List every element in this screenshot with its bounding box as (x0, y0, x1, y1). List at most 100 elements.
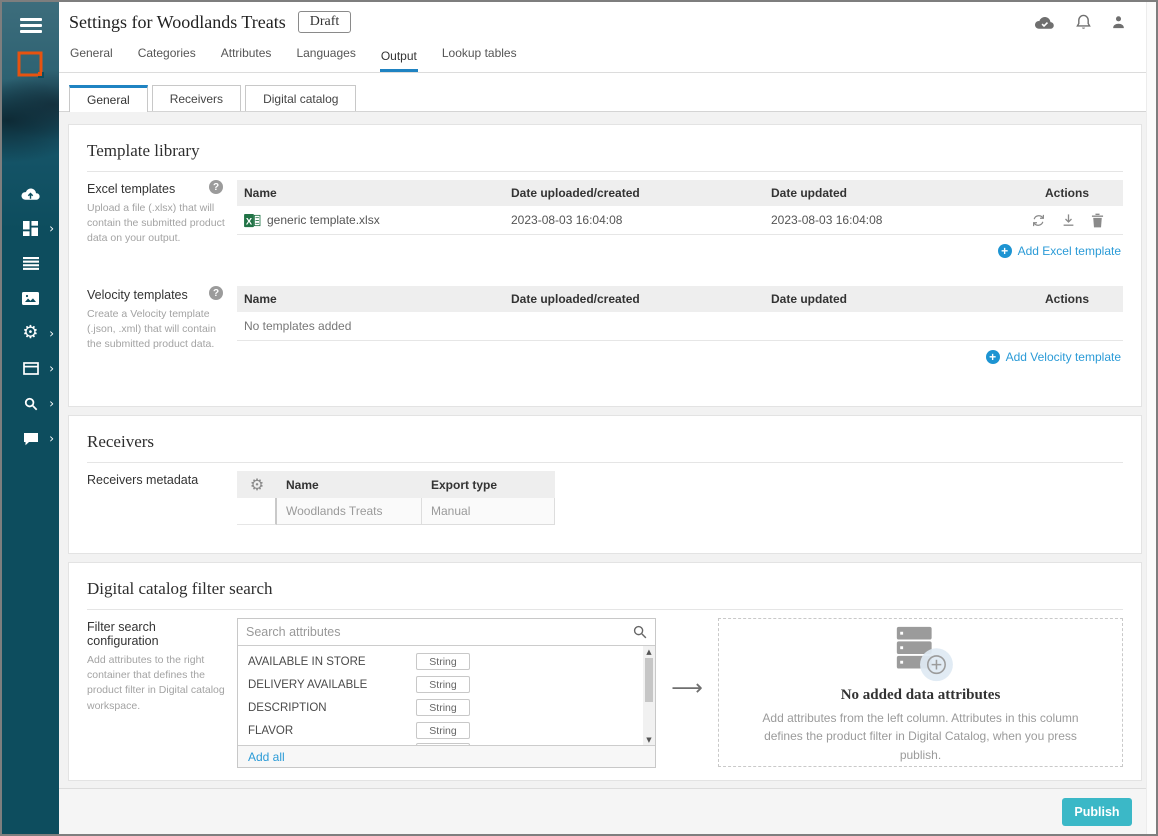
add-excel-template[interactable]: Add Excel template (237, 235, 1123, 264)
tab-categories[interactable]: Categories (137, 46, 197, 72)
attribute-item[interactable]: DESCRIPTION String (238, 696, 642, 719)
sidebar-item-upload[interactable] (2, 176, 59, 211)
replace-icon[interactable] (1031, 213, 1046, 228)
chevron-right-icon: › (49, 396, 54, 410)
attribute-type-badge: String (416, 653, 470, 670)
search-icon[interactable] (633, 625, 647, 639)
scroll-up-icon[interactable] (643, 646, 655, 657)
gear-icon (22, 324, 38, 343)
titlebar: Settings for Woodlands Treats Draft (59, 2, 1146, 42)
tab-general[interactable]: General (69, 46, 114, 72)
attribute-type-badge: String (416, 676, 470, 693)
receivers-metadata-section: Receivers metadata Name Export type (69, 463, 1141, 525)
column-header-actions: Actions (1011, 292, 1123, 306)
velocity-templates-section: Velocity templates Create a Velocity tem… (69, 278, 1141, 370)
notifications-icon[interactable] (1076, 14, 1091, 31)
list-icon (23, 257, 39, 270)
attribute-item[interactable]: DELIVERY AVAILABLE String (238, 673, 642, 696)
sidebar-nav: › (2, 176, 59, 456)
table-header-row: Name Export type (237, 471, 555, 498)
excel-templates-table: Name Date uploaded/created Date updated … (237, 180, 1123, 264)
sidebar-item-list[interactable] (2, 246, 59, 281)
tab-attributes[interactable]: Attributes (220, 46, 273, 72)
scroll-down-icon[interactable] (643, 734, 655, 745)
template-file-name: generic template.xlsx (267, 213, 380, 227)
date-updated-value: 2023-08-03 16:04:08 (771, 213, 1011, 227)
help-icon[interactable] (209, 180, 223, 194)
sidebar: › (2, 2, 59, 834)
column-header-actions: Actions (1011, 186, 1123, 200)
column-header-date-updated: Date updated (771, 292, 1011, 306)
field-label: Excel templates (87, 180, 175, 196)
attribute-name: DELIVERY AVAILABLE (248, 679, 416, 691)
row-selector-cell (237, 498, 277, 525)
table-header-row: Name Date uploaded/created Date updated … (237, 180, 1123, 206)
excel-file-icon: X (244, 213, 261, 228)
sidebar-item-panels[interactable]: › (2, 351, 59, 386)
attribute-type-badge: String (416, 722, 470, 739)
add-velocity-template-label: Add Velocity template (1006, 350, 1121, 364)
dashboard-icon (23, 221, 38, 236)
empty-table-text: No templates added (237, 319, 511, 333)
gear-icon[interactable] (237, 477, 277, 493)
column-header-name: Name (237, 292, 511, 306)
publish-button[interactable]: Publish (1062, 798, 1132, 826)
chevron-right-icon: › (49, 361, 54, 375)
sidebar-item-dashboard[interactable]: › (2, 211, 59, 246)
field-description: Create a Velocity template (.json, .xml)… (87, 307, 225, 353)
field-description: Upload a file (.xlsx) that will contain … (87, 201, 225, 247)
menu-icon[interactable] (2, 2, 59, 48)
page-title: Settings for Woodlands Treats (69, 12, 286, 33)
attribute-name: AVAILABLE IN STORE (248, 656, 416, 668)
tab-output[interactable]: Output (380, 49, 418, 72)
add-all-link[interactable]: Add all (248, 750, 285, 764)
column-header-name: Name (277, 478, 422, 492)
chevron-right-icon: › (49, 221, 54, 235)
delete-icon[interactable] (1091, 213, 1104, 228)
attribute-name: FLAVOR (248, 725, 416, 737)
sidebar-item-search[interactable]: › (2, 386, 59, 421)
add-circle-icon (986, 350, 1000, 364)
page-scrollbar[interactable] (1146, 2, 1156, 834)
content-area: Template library Excel templates Upload … (59, 112, 1146, 788)
template-library-panel: Template library Excel templates Upload … (68, 124, 1142, 407)
attribute-item-clipped[interactable] (238, 743, 642, 745)
section-title: Receivers (69, 416, 1141, 462)
scrollbar-thumb[interactable] (645, 658, 653, 702)
subtab-receivers[interactable]: Receivers (152, 85, 241, 111)
field-label: Velocity templates (87, 286, 188, 302)
tab-languages[interactable]: Languages (295, 46, 356, 72)
section-title: Template library (69, 125, 1141, 171)
user-icon[interactable] (1111, 14, 1126, 30)
footer-bar: Publish (59, 788, 1146, 834)
attribute-item[interactable]: FLAVOR String (238, 719, 642, 742)
date-uploaded-value: 2023-08-03 16:04:08 (511, 213, 771, 227)
download-icon[interactable] (1061, 213, 1076, 228)
search-attributes-input[interactable] (246, 625, 633, 639)
cloud-sync-icon[interactable] (1033, 14, 1056, 30)
image-icon (22, 292, 39, 305)
arrow-right-icon (671, 676, 703, 701)
sidebar-item-chat[interactable]: › (2, 421, 59, 456)
field-label: Filter search configuration (87, 618, 223, 648)
added-attributes-dropzone[interactable]: No added data attributes Add attributes … (718, 618, 1123, 767)
list-scrollbar[interactable] (643, 646, 655, 745)
velocity-templates-table: Name Date uploaded/created Date updated … (237, 286, 1123, 370)
add-velocity-template[interactable]: Add Velocity template (237, 341, 1123, 370)
main-tabs: General Categories Attributes Languages … (59, 42, 1146, 73)
attribute-list-box: AVAILABLE IN STORE String DELIVERY AVAIL… (237, 618, 656, 768)
attribute-item[interactable]: AVAILABLE IN STORE String (238, 650, 642, 673)
tab-lookup-tables[interactable]: Lookup tables (441, 46, 518, 72)
column-header-name: Name (237, 186, 511, 200)
help-icon[interactable] (209, 286, 223, 300)
sidebar-item-settings[interactable]: › (2, 316, 59, 351)
subtab-digital-catalog[interactable]: Digital catalog (245, 85, 356, 111)
column-header-date-uploaded: Date uploaded/created (511, 186, 771, 200)
table-row[interactable]: Woodlands Treats Manual (237, 498, 555, 525)
attribute-type-badge: String (416, 699, 470, 716)
sidebar-item-media[interactable] (2, 281, 59, 316)
attribute-list: AVAILABLE IN STORE String DELIVERY AVAIL… (238, 646, 655, 745)
subtab-general[interactable]: General (69, 85, 148, 112)
filter-search-section: Filter search configuration Add attribut… (69, 610, 1141, 768)
table-header-row: Name Date uploaded/created Date updated … (237, 286, 1123, 312)
